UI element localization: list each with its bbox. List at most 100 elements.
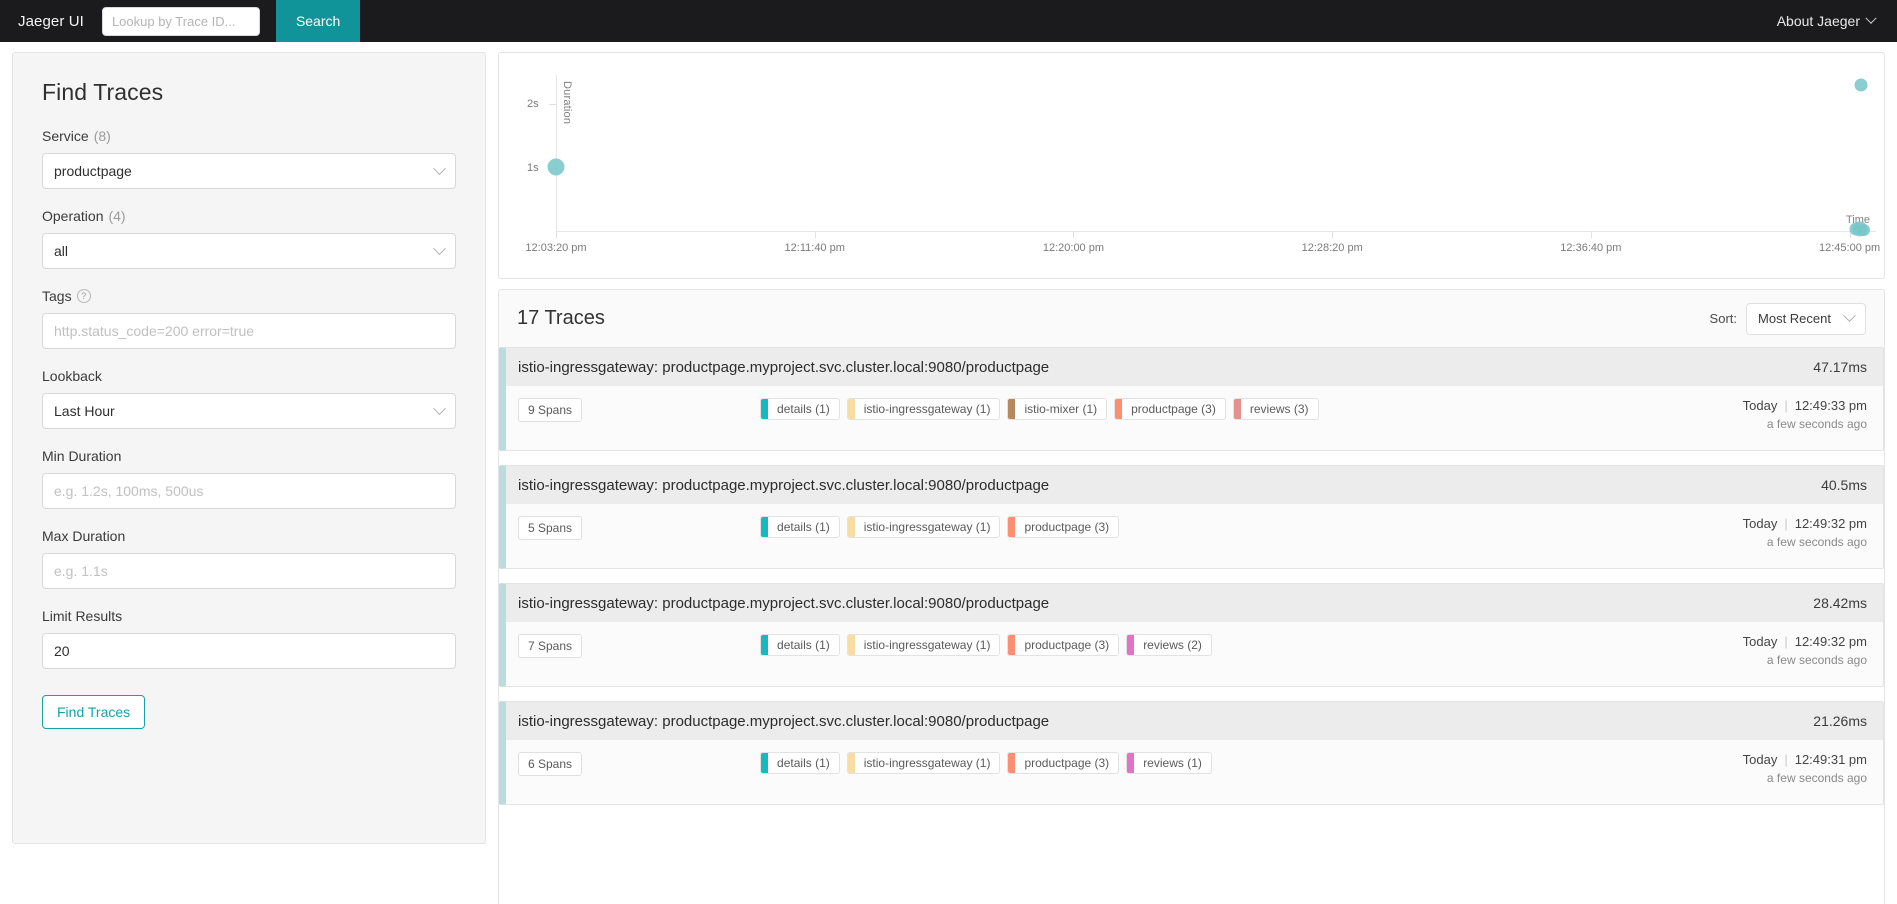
- service-tag[interactable]: details (1): [760, 634, 840, 656]
- trace-row-body: 7 Spans details (1) istio-ingressgateway (…: [506, 622, 1883, 686]
- x-axis-tick-mark: [1590, 231, 1592, 238]
- operation-count: (4): [108, 208, 126, 224]
- trace-scatter-plot[interactable]: Duration Time 1s 2s 12:03:20 pm 12:11:40 pm…: [498, 52, 1885, 279]
- limit-results-label-row: Limit Results: [42, 608, 456, 624]
- trace-timestamp-group: Today | 12:49:33 pm a few seconds ago: [1725, 398, 1867, 431]
- service-tag[interactable]: productpage (3): [1114, 398, 1226, 420]
- tags-label-row: Tags ?: [42, 288, 456, 304]
- service-tag-group: details (1) istio-ingressgateway (1) produ…: [760, 634, 1212, 656]
- field-max-duration: Max Duration: [42, 528, 456, 589]
- limit-results-input[interactable]: [42, 633, 456, 669]
- trace-time-label: 12:49:32 pm: [1794, 516, 1867, 531]
- trace-time-label: 12:49:33 pm: [1794, 398, 1867, 413]
- scatter-plot-canvas: Duration Time 1s 2s 12:03:20 pm 12:11:40 pm…: [499, 53, 1884, 278]
- trace-title[interactable]: istio-ingressgateway: productpage.myproj…: [518, 713, 1049, 730]
- min-duration-label-row: Min Duration: [42, 448, 456, 464]
- service-tag-label: details (1): [777, 402, 830, 416]
- service-tag[interactable]: istio-ingressgateway (1): [846, 752, 1001, 774]
- service-select[interactable]: productpage: [42, 153, 456, 189]
- trace-result-row[interactable]: istio-ingressgateway: productpage.myproj…: [499, 465, 1884, 569]
- y-axis-line: [556, 75, 557, 232]
- service-tag[interactable]: reviews (3): [1232, 398, 1319, 420]
- trace-id-input[interactable]: [101, 6, 260, 36]
- app-brand[interactable]: Jaeger UI: [0, 0, 102, 42]
- trace-title[interactable]: istio-ingressgateway: productpage.myproj…: [518, 477, 1049, 494]
- trace-results-list: istio-ingressgateway: productpage.myproj…: [498, 347, 1885, 904]
- tags-input[interactable]: [42, 313, 456, 349]
- service-color-swatch: [761, 517, 769, 537]
- min-duration-label: Min Duration: [42, 448, 122, 464]
- limit-results-label: Limit Results: [42, 608, 123, 624]
- trace-result-row[interactable]: istio-ingressgateway: productpage.myproj…: [499, 701, 1884, 805]
- operation-select[interactable]: all: [42, 233, 456, 269]
- max-duration-label: Max Duration: [42, 528, 126, 544]
- service-tag[interactable]: productpage (3): [1007, 516, 1120, 538]
- lookback-label: Lookback: [42, 368, 102, 384]
- service-tag[interactable]: istio-ingressgateway (1): [846, 634, 1001, 656]
- trace-timestamp: Today | 12:49:32 pm: [1743, 516, 1867, 531]
- scatter-point[interactable]: [1854, 78, 1868, 92]
- service-tag[interactable]: details (1): [760, 398, 840, 420]
- max-duration-label-row: Max Duration: [42, 528, 456, 544]
- service-color-swatch: [1127, 753, 1135, 773]
- trace-row-header: istio-ingressgateway: productpage.myproj…: [506, 466, 1883, 504]
- service-tag-group: details (1) istio-ingressgateway (1) produ…: [760, 752, 1212, 774]
- lookback-select[interactable]: Last Hour: [42, 393, 456, 429]
- trace-result-row[interactable]: istio-ingressgateway: productpage.myproj…: [499, 347, 1884, 451]
- service-tag-label: istio-ingressgateway (1): [863, 520, 991, 534]
- trace-timestamp-group: Today | 12:49:32 pm a few seconds ago: [1725, 516, 1867, 549]
- about-jaeger-menu[interactable]: About Jaeger: [1776, 12, 1877, 29]
- service-tag[interactable]: productpage (3): [1007, 634, 1120, 656]
- service-tag-group: details (1) istio-ingressgateway (1) produ…: [760, 516, 1120, 538]
- top-navbar: Jaeger UI Search About Jaeger: [0, 0, 1897, 42]
- trace-relative-time: a few seconds ago: [1766, 653, 1867, 667]
- trace-row-header: istio-ingressgateway: productpage.myproj…: [506, 584, 1883, 622]
- service-tag[interactable]: productpage (3): [1007, 752, 1120, 774]
- service-tag[interactable]: istio-ingressgateway (1): [846, 398, 1001, 420]
- service-tag[interactable]: reviews (2): [1126, 634, 1212, 656]
- trace-result-row[interactable]: istio-ingressgateway: productpage.myproj…: [499, 583, 1884, 687]
- scatter-point[interactable]: [1858, 224, 1871, 237]
- sort-select[interactable]: Most Recent: [1746, 302, 1866, 335]
- field-operation: Operation (4) all: [42, 208, 456, 269]
- results-column: Duration Time 1s 2s 12:03:20 pm 12:11:40 pm…: [498, 52, 1885, 904]
- about-jaeger-label: About Jaeger: [1776, 13, 1860, 29]
- timestamp-divider: |: [1784, 634, 1788, 649]
- trace-title[interactable]: istio-ingressgateway: productpage.myproj…: [518, 595, 1049, 612]
- service-tag[interactable]: details (1): [760, 752, 840, 774]
- service-tag-label: details (1): [777, 638, 830, 652]
- x-axis-tick: 12:28:20 pm: [1301, 242, 1363, 254]
- service-tag[interactable]: istio-mixer (1): [1007, 398, 1108, 420]
- search-button[interactable]: Search: [275, 0, 361, 42]
- scatter-point[interactable]: [547, 158, 565, 176]
- operation-select-value: all: [54, 243, 69, 259]
- chevron-down-icon: [1843, 309, 1856, 323]
- service-count: (8): [93, 128, 111, 144]
- max-duration-input[interactable]: [42, 553, 456, 589]
- service-color-swatch: [761, 399, 769, 419]
- trace-duration: 28.42ms: [1813, 595, 1867, 611]
- find-traces-button[interactable]: Find Traces: [42, 695, 146, 729]
- trace-title[interactable]: istio-ingressgateway: productpage.myproj…: [518, 359, 1049, 376]
- service-tag-label: istio-ingressgateway (1): [863, 402, 991, 416]
- trace-duration: 40.5ms: [1821, 477, 1867, 493]
- x-axis-tick-mark: [1332, 231, 1334, 238]
- y-axis-tick: 1s: [527, 161, 557, 174]
- service-tag[interactable]: reviews (1): [1126, 752, 1212, 774]
- min-duration-input[interactable]: [42, 473, 456, 509]
- chevron-down-icon: [1865, 12, 1877, 24]
- results-header: 17 Traces Sort: Most Recent: [498, 289, 1885, 347]
- service-color-swatch: [1115, 399, 1123, 419]
- service-tag-label: reviews (3): [1249, 402, 1309, 416]
- service-tag-label: istio-ingressgateway (1): [863, 756, 991, 770]
- timestamp-divider: |: [1784, 398, 1788, 413]
- service-tag-label: reviews (1): [1143, 756, 1202, 770]
- service-tag-label: productpage (3): [1024, 756, 1110, 770]
- service-tag[interactable]: istio-ingressgateway (1): [846, 516, 1001, 538]
- service-tag[interactable]: details (1): [760, 516, 840, 538]
- trace-timestamp-group: Today | 12:49:31 pm a few seconds ago: [1725, 752, 1867, 785]
- question-circle-icon[interactable]: ?: [76, 289, 91, 303]
- trace-span-count: 6 Spans: [518, 752, 583, 776]
- trace-relative-time: a few seconds ago: [1766, 417, 1867, 431]
- x-axis-tick: 12:03:20 pm: [525, 242, 587, 254]
